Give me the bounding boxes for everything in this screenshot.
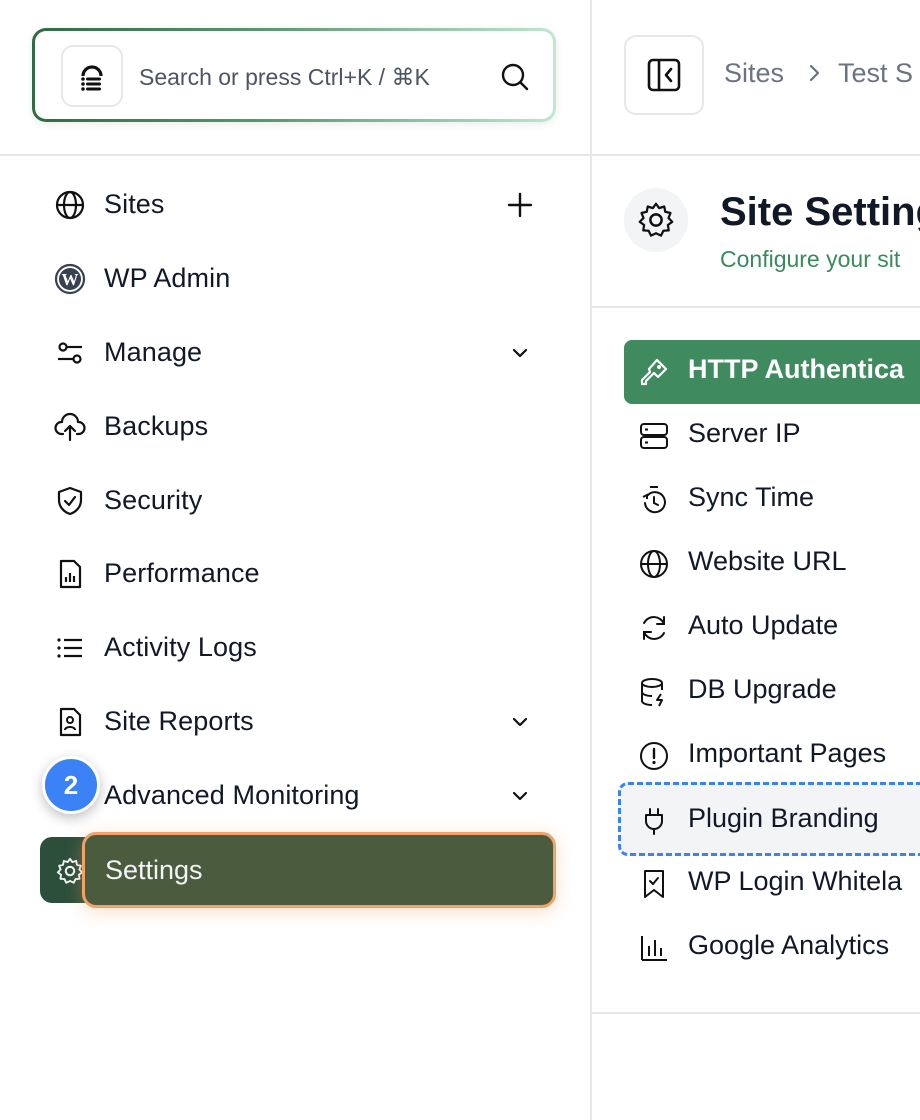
settings-item-label: Google Analytics [688,930,890,960]
plug-icon [638,805,670,837]
cloud-upload-icon [54,411,86,443]
shield-check-icon [54,485,86,517]
settings-item-plugin-branding[interactable]: Plugin Branding [618,782,920,856]
sidebar-item-label: Sites [104,188,165,219]
database-icon [638,676,670,708]
key-icon [638,356,670,388]
search-icon[interactable] [499,61,531,93]
list-divider [592,1012,920,1014]
settings-item-google-analytics[interactable]: Google Analytics [624,916,920,980]
list-icon [54,632,86,664]
logo-icon [81,65,103,91]
search-inner [35,31,553,119]
chevron-down-icon[interactable] [506,339,534,367]
gear-icon [624,188,688,252]
settings-item-sync-time[interactable]: Sync Time [624,468,920,532]
globe-icon [638,548,670,580]
page-title: Site Setting [720,190,920,234]
sidebar-item-label: Advanced Monitoring [104,779,360,810]
search-input[interactable] [139,59,479,95]
sidebar-item-label: Site Reports [104,705,254,736]
bookmark-icon [638,868,670,900]
settings-item-label: Auto Update [688,610,839,640]
chevron-down-icon[interactable] [506,708,534,736]
sidebar-item-performance[interactable]: Performance [40,540,552,606]
search-box [32,28,556,122]
refresh-icon [638,612,670,644]
step-badge: 2 [42,756,100,814]
sidebar-collapse-icon [647,58,681,92]
settings-item-label: HTTP Authentica [688,354,905,384]
settings-item-server-ip[interactable]: Server IP [624,404,920,468]
title-divider [592,306,920,308]
plus-icon[interactable] [506,191,534,219]
globe-icon [54,189,86,221]
wordpress-icon: W [54,263,86,295]
settings-item-wp-login-whitelabel[interactable]: WP Login Whitela [624,852,920,916]
sidebar-item-label: Manage [104,336,203,367]
settings-item-label: DB Upgrade [688,674,837,704]
sidebar-item-activity-logs[interactable]: Activity Logs [40,614,552,680]
page-subtitle: Configure your sit [720,246,901,272]
settings-item-important-pages[interactable]: Important Pages [624,724,920,788]
report-icon [54,706,86,738]
settings-item-label: Website URL [688,546,847,576]
settings-item-label: Sync Time [688,482,815,512]
settings-item-auto-update[interactable]: Auto Update [624,596,920,660]
sidebar-item-label: Performance [104,557,260,588]
sidebar-divider [0,154,590,156]
main-panel: Sites Test S Site Setting Configure your… [592,0,920,1120]
settings-item-label: Server IP [688,418,801,448]
breadcrumb-site[interactable]: Test S [838,58,913,89]
sidebar-item-label: Security [104,484,203,515]
settings-item-label: Important Pages [688,738,887,768]
header-divider [592,154,920,156]
breadcrumb-sites[interactable]: Sites [724,58,784,89]
chevron-down-icon[interactable] [506,782,534,810]
bar-chart-icon [638,932,670,964]
sidebar-item-label: Activity Logs [104,631,257,662]
sidebar: Sites W WP Admin Manage Backups Security [0,0,590,1120]
settings-highlight[interactable]: Settings [82,832,556,908]
sidebar-item-sites[interactable]: Sites [40,171,552,237]
breadcrumb-separator-icon [806,60,824,91]
server-icon [638,420,670,452]
app-logo[interactable] [61,45,123,107]
settings-item-db-upgrade[interactable]: DB Upgrade [624,660,920,724]
timer-icon [638,484,670,516]
sidebar-item-site-reports[interactable]: Site Reports [40,688,552,754]
sidebar-item-label: Settings [105,855,203,885]
sidebar-item-security[interactable]: Security [40,467,552,533]
sidebar-item-backups[interactable]: Backups [40,393,552,459]
settings-item-label: WP Login Whitela [688,866,903,896]
settings-item-label: Plugin Branding [688,803,879,833]
sidebar-item-label: WP Admin [104,262,231,293]
svg-text:W: W [62,270,79,289]
collapse-sidebar-button[interactable] [624,35,704,115]
sidebar-item-advanced-monitoring[interactable]: Advanced Monitoring [40,762,552,828]
sidebar-item-manage[interactable]: Manage [40,319,552,385]
settings-item-http-auth[interactable]: HTTP Authentica [624,340,920,404]
alert-circle-icon [638,740,670,772]
sliders-icon [54,337,86,369]
sidebar-item-wp-admin[interactable]: W WP Admin [40,245,552,311]
settings-item-website-url[interactable]: Website URL [624,532,920,596]
chart-file-icon [54,558,86,590]
sidebar-item-label: Backups [104,410,209,441]
